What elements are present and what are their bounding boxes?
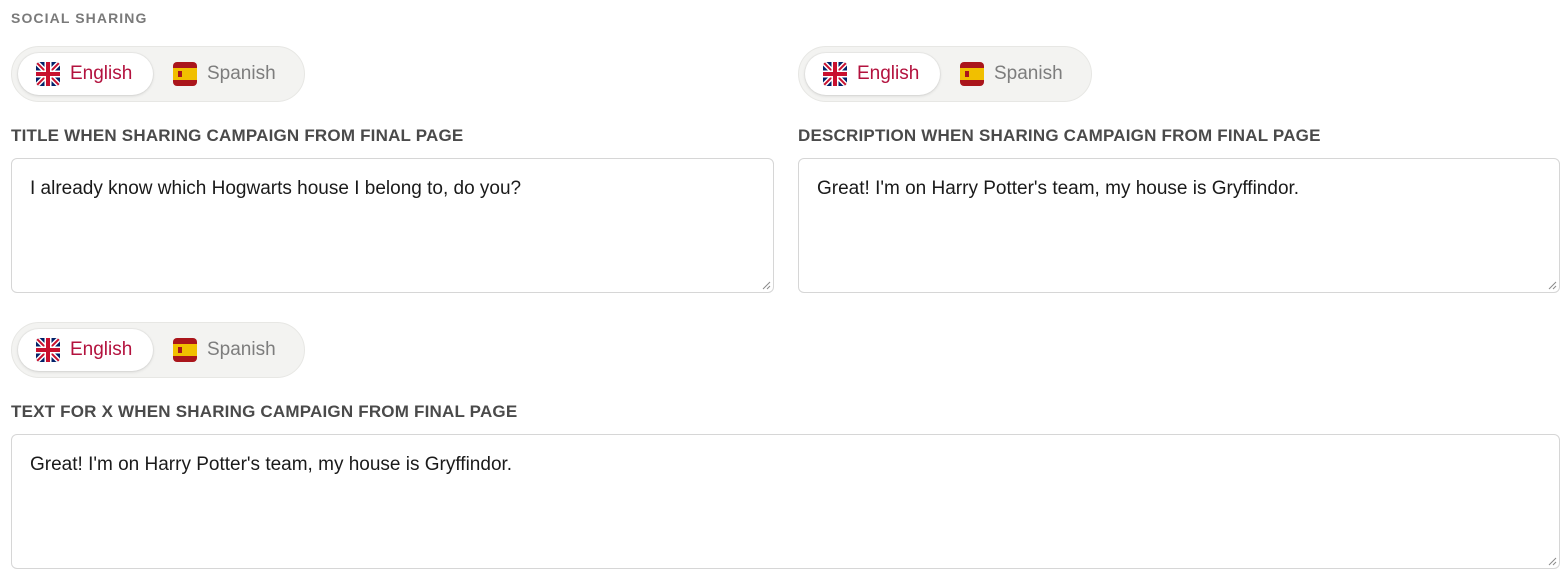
resize-handle-icon[interactable] [1547, 556, 1557, 566]
x-text-textarea-value: Great! I'm on Harry Potter's team, my ho… [30, 454, 513, 475]
section-title: SOCIAL SHARING [11, 10, 148, 26]
uk-flag-icon [36, 338, 60, 362]
x-text-lang-english-button[interactable]: English [18, 329, 153, 371]
title-lang-english-button[interactable]: English [18, 53, 153, 95]
lang-spanish-label: Spanish [994, 63, 1063, 84]
resize-handle-icon[interactable] [761, 280, 771, 290]
x-text-field-label: TEXT FOR X WHEN SHARING CAMPAIGN FROM FI… [11, 402, 518, 421]
lang-spanish-label: Spanish [207, 339, 276, 360]
description-lang-english-button[interactable]: English [805, 53, 940, 95]
lang-english-label: English [857, 63, 920, 84]
title-language-toggle: English Spanish [11, 46, 305, 102]
x-text-lang-spanish-button[interactable]: Spanish [153, 329, 294, 371]
spain-flag-icon [173, 338, 197, 362]
title-lang-spanish-button[interactable]: Spanish [153, 53, 294, 95]
description-language-toggle: English Spanish [798, 46, 1092, 102]
description-textarea-value: Great! I'm on Harry Potter's team, my ho… [817, 178, 1300, 199]
uk-flag-icon [823, 62, 847, 86]
description-lang-spanish-button[interactable]: Spanish [940, 53, 1081, 95]
title-textarea[interactable]: I already know which Hogwarts house I be… [11, 158, 774, 293]
lang-spanish-label: Spanish [207, 63, 276, 84]
social-sharing-panel: SOCIAL SHARING English Spanish English S… [0, 0, 1567, 587]
lang-english-label: English [70, 63, 133, 84]
description-field-label: DESCRIPTION WHEN SHARING CAMPAIGN FROM F… [798, 126, 1321, 145]
x-text-textarea[interactable]: Great! I'm on Harry Potter's team, my ho… [11, 434, 1560, 569]
uk-flag-icon [36, 62, 60, 86]
title-textarea-value: I already know which Hogwarts house I be… [30, 178, 522, 199]
spain-flag-icon [173, 62, 197, 86]
spain-flag-icon [960, 62, 984, 86]
description-textarea[interactable]: Great! I'm on Harry Potter's team, my ho… [798, 158, 1560, 293]
lang-english-label: English [70, 339, 133, 360]
title-field-label: TITLE WHEN SHARING CAMPAIGN FROM FINAL P… [11, 126, 464, 145]
resize-handle-icon[interactable] [1547, 280, 1557, 290]
x-text-language-toggle: English Spanish [11, 322, 305, 378]
